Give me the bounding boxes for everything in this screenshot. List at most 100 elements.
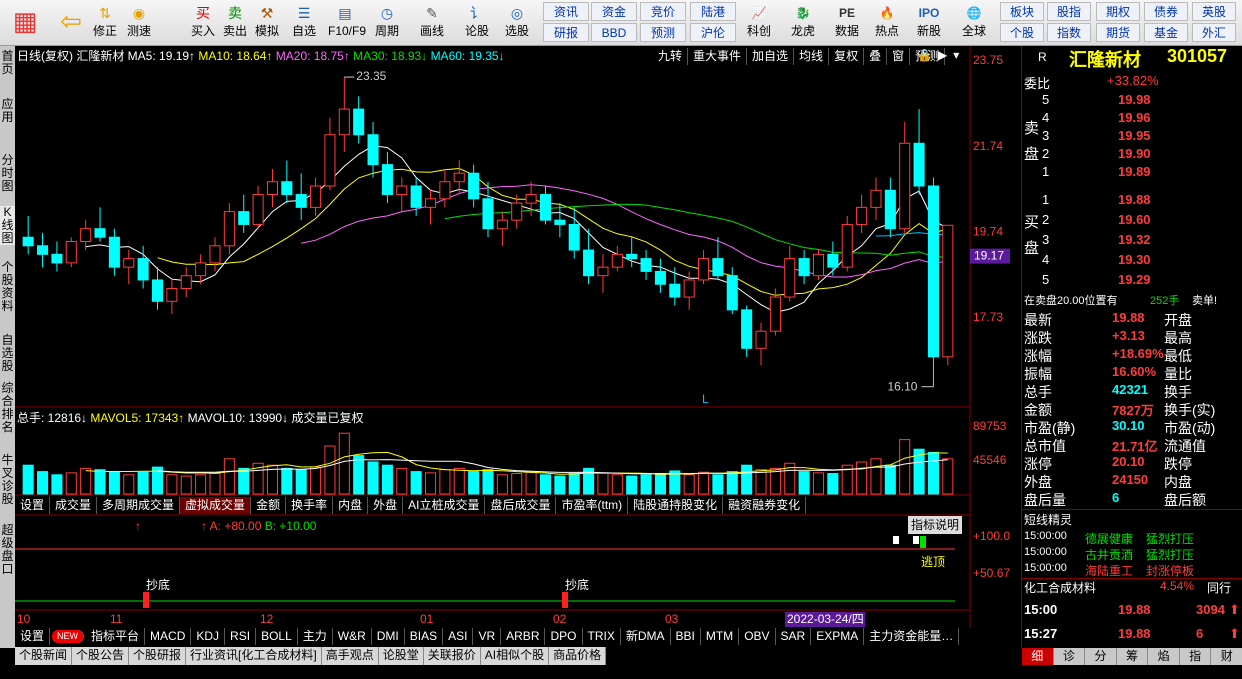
chart-button-重大事件[interactable]: 重大事件 (688, 48, 748, 65)
vol-subtab-成交量[interactable]: 成交量 (50, 497, 98, 514)
left-tab-超级盘口[interactable]: 超级盘口 (0, 524, 15, 576)
indicator-tab-EXPMA[interactable]: EXPMA (811, 628, 865, 645)
indicator-tab-ARBR[interactable]: ARBR (501, 628, 546, 645)
toolbar-button-1[interactable]: ▦ (6, 2, 44, 44)
market-button-基金[interactable]: 基金 (1144, 23, 1188, 42)
industry-more[interactable]: 同行 (1207, 579, 1231, 596)
indicator-tab-指标平台[interactable]: 指标平台 (86, 628, 146, 645)
indicator-tab-BOLL[interactable]: BOLL (256, 628, 298, 645)
next-icon[interactable]: ▶ (938, 48, 947, 62)
toolbar-button-4[interactable]: ◉ 测速 (122, 2, 156, 44)
left-tab-综合排名[interactable]: 综合排名 (0, 382, 15, 434)
indicator-tab-DPO[interactable]: DPO (545, 628, 583, 645)
indicator-tab-VR[interactable]: VR (473, 628, 502, 645)
market-button-期权[interactable]: 期权 (1096, 2, 1140, 21)
left-tab-自选股[interactable]: 自选股 (0, 334, 15, 373)
news-tab-高手观点[interactable]: 高手观点 (322, 647, 379, 665)
indicator-tab-新DMA[interactable]: 新DMA (621, 628, 671, 645)
toolbar-button-2[interactable]: ⇦ (52, 2, 90, 44)
indicator-tab-设置[interactable]: 设置 (15, 628, 51, 645)
toolbar-button-6[interactable]: 卖卖出 (218, 2, 252, 44)
toolbar-button-12[interactable]: 讠论股 (460, 2, 494, 44)
market-button-指数[interactable]: 指数 (1047, 23, 1091, 42)
news-tab-关联报价[interactable]: 关联报价 (424, 647, 481, 665)
chart-button-叠[interactable]: 叠 (864, 48, 888, 65)
quote-tab-焰[interactable]: 焰 (1148, 648, 1180, 665)
indicator-tab-ASI[interactable]: ASI (443, 628, 474, 645)
chart-button-加自选[interactable]: 加自选 (747, 48, 795, 65)
indicator-tab-MTM[interactable]: MTM (701, 628, 740, 645)
left-tab-牛叉诊股[interactable]: 牛叉诊股 (0, 454, 15, 506)
vol-subtab-设置[interactable]: 设置 (15, 497, 51, 514)
toolbar-button-11[interactable]: ✎ 画线 (415, 2, 449, 44)
toolbar-icon-button-4[interactable]: 🔥 热点 (868, 2, 906, 44)
quote-tab-细[interactable]: 细 (1022, 648, 1054, 665)
short-stock[interactable]: 德展健康 (1085, 530, 1133, 547)
news-tab-个股公告[interactable]: 个股公告 (72, 647, 130, 665)
toolbar-button-3[interactable]: ⇅ 修正 (88, 2, 122, 44)
news-tab-个股新闻[interactable]: 个股新闻 (15, 647, 73, 665)
indicator-tab-RSI[interactable]: RSI (225, 628, 257, 645)
news-tab-商品价格[interactable]: 商品价格 (549, 647, 607, 665)
vol-subtab-盘后成交量[interactable]: 盘后成交量 (485, 497, 557, 514)
left-tab-个股资料[interactable]: 个股资料 (0, 261, 15, 313)
toolbar-button-7[interactable]: ⚒ 模拟 (250, 2, 284, 44)
news-tab-行业资讯[化工合成材料][interactable]: 行业资讯[化工合成材料] (186, 647, 322, 665)
chart-button-窗[interactable]: 窗 (887, 48, 911, 65)
indicator-tab-MACD[interactable]: MACD (145, 628, 192, 645)
indicator-tab-主力资金能量…[interactable]: 主力资金能量… (864, 628, 960, 645)
chevron-down-icon[interactable]: ▾ (953, 48, 959, 62)
toolbar-button-9[interactable]: ▤ F10/F9 (328, 2, 366, 44)
market-button-股指[interactable]: 股指 (1047, 2, 1091, 21)
news-tab-AI相似个股[interactable]: AI相似个股 (481, 647, 550, 665)
vol-subtab-陆股通持股变化[interactable]: 陆股通持股变化 (628, 497, 724, 514)
vol-subtab-多周期成交量[interactable]: 多周期成交量 (97, 497, 181, 514)
indicator-explain-button[interactable]: 指标说明 (908, 516, 963, 534)
quick-button-竞价[interactable]: 竞价 (640, 2, 686, 21)
indicator-tab-BBI[interactable]: BBI (671, 628, 701, 645)
indicator-tab-SAR[interactable]: SAR (776, 628, 812, 645)
news-tab-个股研报[interactable]: 个股研报 (129, 647, 187, 665)
quick-button-研报[interactable]: 研报 (543, 23, 589, 42)
quick-button-资金[interactable]: 资金 (591, 2, 637, 21)
indicator-tab-主力[interactable]: 主力 (298, 628, 333, 645)
market-button-板块[interactable]: 板块 (1000, 2, 1044, 21)
quick-button-预测[interactable]: 预测 (640, 23, 686, 42)
chart-button-九转[interactable]: 九转 (653, 48, 689, 65)
short-stock[interactable]: 古井贡酒 (1085, 546, 1133, 563)
market-button-个股[interactable]: 个股 (1000, 23, 1044, 42)
chart-area[interactable]: 23.75 21.74 19.74 17.73 19.17 23.35 16.10 L 8975… (15, 46, 1021, 648)
toolbar-button-5[interactable]: 买买入 (186, 2, 220, 44)
toolbar-icon-button-6[interactable]: 🌐 全球 (955, 2, 993, 44)
quote-tab-财[interactable]: 财 (1211, 648, 1242, 665)
left-tab-分时图[interactable]: 分时图 (0, 154, 15, 193)
toolbar-icon-button-5[interactable]: IPO 新股 (910, 2, 948, 44)
vol-subtab-金额[interactable]: 金额 (251, 497, 287, 514)
vol-subtab-AI立桩成交量[interactable]: AI立桩成交量 (403, 497, 486, 514)
toolbar-icon-button-3[interactable]: PE 数据 (828, 2, 866, 44)
toolbar-button-13[interactable]: ◎ 选股 (500, 2, 534, 44)
market-button-期货[interactable]: 期货 (1096, 23, 1140, 42)
toolbar-icon-button-2[interactable]: 🐉 龙虎 (784, 2, 822, 44)
vol-subtab-市盈率(ttm)[interactable]: 市盈率(ttm) (556, 497, 629, 514)
indicator-tab-KDJ[interactable]: KDJ (191, 628, 226, 645)
quote-tab-筹[interactable]: 筹 (1116, 648, 1149, 665)
quick-button-资讯[interactable]: 资讯 (543, 2, 589, 21)
toolbar-icon-button-1[interactable]: 📈 科创 (740, 2, 778, 44)
toolbar-button-8[interactable]: ☰ 自选 (287, 2, 321, 44)
chart-button-均线[interactable]: 均线 (794, 48, 830, 65)
quick-button-陆港[interactable]: 陆港 (690, 2, 736, 21)
vol-subtab-外盘[interactable]: 外盘 (368, 497, 404, 514)
industry-name[interactable]: 化工合成材料 (1024, 579, 1096, 596)
vol-subtab-换手率[interactable]: 换手率 (286, 497, 334, 514)
market-button-英股[interactable]: 英股 (1192, 2, 1236, 21)
chart-button-复权[interactable]: 复权 (829, 48, 865, 65)
quick-button-沪伦[interactable]: 沪伦 (690, 23, 736, 42)
indicator-tab-TRIX[interactable]: TRIX (583, 628, 621, 645)
indicator-tab-BIAS[interactable]: BIAS (405, 628, 444, 645)
quick-button-BBD[interactable]: BBD (591, 23, 637, 42)
vol-subtab-融资融券变化[interactable]: 融资融券变化 (723, 497, 807, 514)
vol-subtab-内盘[interactable]: 内盘 (333, 497, 369, 514)
vol-subtab-虚拟成交量[interactable]: 虚拟成交量 (180, 497, 252, 514)
indicator-tab-DMI[interactable]: DMI (372, 628, 405, 645)
